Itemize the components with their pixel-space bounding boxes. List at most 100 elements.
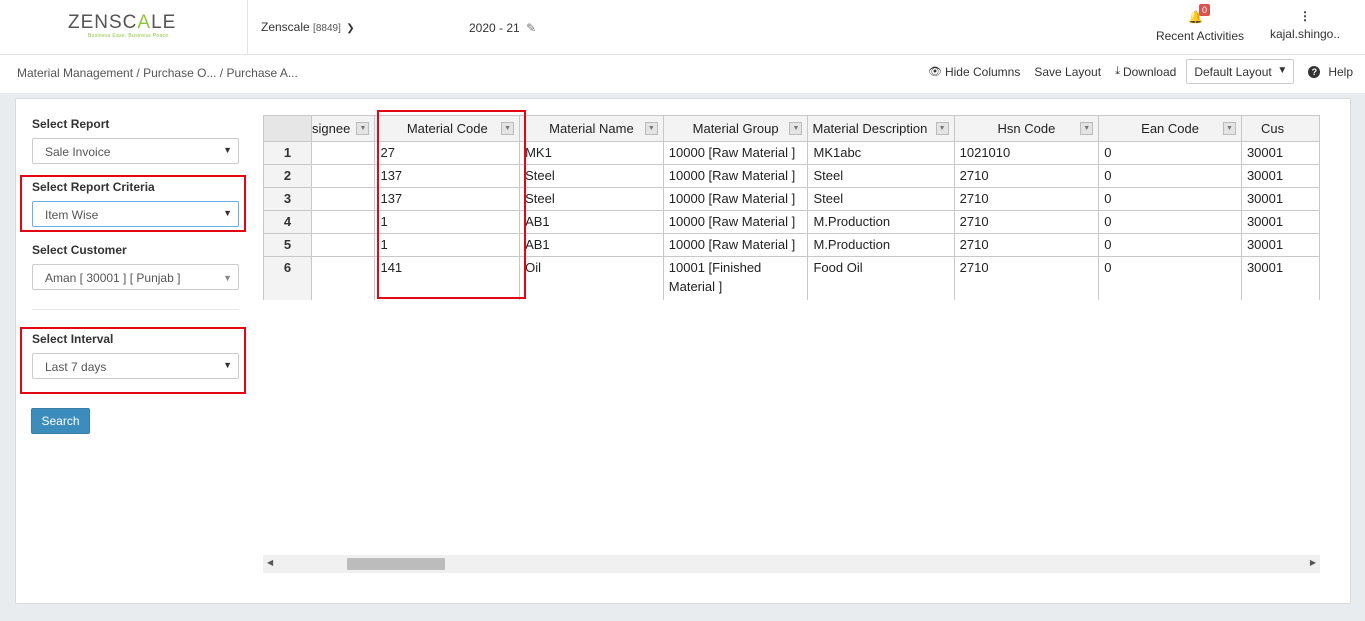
breadcrumb: Material Management / Purchase O... / Pu… (17, 66, 298, 80)
filter-icon[interactable]: ▼ (935, 122, 949, 135)
table-cell: 2710 (953, 256, 1100, 300)
chevron-down-icon: ❯ (346, 23, 355, 34)
table-cell: M.Production (807, 210, 955, 234)
select-report-value: Sale Invoice (45, 145, 111, 159)
layout-select[interactable]: Default Layout ▼ (1186, 59, 1295, 84)
row-number-header (263, 115, 313, 142)
scrollbar-thumb[interactable] (347, 558, 445, 570)
table-cell (311, 210, 376, 234)
bell-icon[interactable]: 🔔 0 (1188, 4, 1211, 24)
table-cell (311, 187, 376, 211)
scroll-right-icon[interactable]: ▶ (1310, 558, 1316, 567)
select-report-dropdown[interactable]: Sale Invoice ▼ (32, 138, 239, 164)
table-cell: 10000 [Raw Material ] (662, 164, 809, 188)
download-label: Download (1122, 64, 1177, 79)
select-customer-value: Aman [ 30001 ] [ Punjab ] (45, 271, 181, 285)
scroll-left-icon[interactable]: ◀ (267, 558, 273, 567)
user-menu[interactable]: ⋮ kajal.shingo.. (1265, 10, 1345, 41)
logo-tagline: Business Ease. Business Peace. (88, 33, 171, 39)
breadcrumb-item[interactable]: Material Management (17, 66, 133, 80)
select-report-label: Select Report (32, 117, 110, 131)
search-button[interactable]: Search (31, 408, 90, 434)
table-cell: Steel (519, 164, 664, 188)
row-number: 2 (263, 164, 313, 188)
save-layout-button[interactable]: Save Layout (1034, 65, 1101, 79)
kebab-menu-icon[interactable]: ⋮ (1265, 10, 1345, 22)
horizontal-scrollbar[interactable]: ◀ ▶ (263, 555, 1320, 573)
zenscale-logo[interactable]: ZENSCALE (68, 12, 176, 34)
column-header[interactable]: Ean Code ▼ (1098, 115, 1242, 142)
caret-down-icon: ▼ (223, 273, 232, 283)
company-selector[interactable]: Zenscale [8849] ❯ (261, 20, 355, 34)
table-cell: 0 (1098, 233, 1242, 257)
table-cell: Steel (519, 187, 664, 211)
logo-area[interactable]: ZENSCALE Business Ease. Business Peace. (0, 0, 248, 55)
question-icon: ? (1308, 65, 1321, 78)
caret-down-icon: ▼ (1277, 65, 1288, 76)
column-header[interactable]: Material Group ▼ (662, 115, 809, 142)
table-cell: 30001 (1240, 210, 1320, 234)
table-cell: AB1 (519, 210, 664, 234)
table-cell: 10000 [Raw Material ] (662, 210, 809, 234)
select-customer-group: Select Customer Aman [ 30001 ] [ Punjab … (32, 243, 239, 290)
column-header-label: Ean Code (1141, 121, 1199, 136)
table-cell: 10000 [Raw Material ] (662, 141, 809, 165)
table-cell: 10000 [Raw Material ] (662, 233, 809, 257)
highlight-box-criteria (20, 175, 246, 232)
save-layout-label: Save Layout (1034, 64, 1102, 79)
filter-icon[interactable]: ▼ (1222, 122, 1236, 135)
row-number: 3 (263, 187, 313, 211)
table-cell: 1021010 (953, 141, 1100, 165)
table-cell: 30001 (1240, 233, 1320, 257)
edit-icon[interactable]: ✎ (526, 21, 536, 35)
table-cell: 0 (1098, 164, 1242, 188)
table-cell: 30001 (1240, 187, 1320, 211)
filter-icon[interactable]: ▼ (789, 122, 803, 135)
toolbar: 👁 Hide Columns Save Layout ⤓ Download De… (914, 59, 1353, 84)
breadcrumb-item[interactable]: / Purchase O... (136, 66, 216, 80)
column-header[interactable]: Material Name ▼ (519, 115, 664, 142)
help-label: Help (1328, 64, 1353, 79)
top-header: ZENSCALE Business Ease. Business Peace. … (0, 0, 1365, 55)
select-customer-dropdown[interactable]: Aman [ 30001 ] [ Punjab ] ▼ (32, 264, 239, 290)
table-cell (311, 256, 376, 300)
table-cell (311, 233, 376, 257)
table-cell: Steel (807, 164, 955, 188)
column-header[interactable]: Cus (1240, 115, 1320, 142)
caret-down-icon: ▼ (223, 145, 232, 155)
column-header[interactable]: Material Description ▼ (807, 115, 955, 142)
table-cell: 0 (1098, 256, 1242, 300)
select-report-group: Select Report Sale Invoice ▼ (32, 117, 239, 164)
sub-header: Material Management / Purchase O... / Pu… (0, 55, 1365, 93)
filter-icon[interactable]: ▼ (1080, 122, 1094, 135)
breadcrumb-item[interactable]: / Purchase A... (220, 66, 298, 80)
table-cell: M.Production (807, 233, 955, 257)
hide-columns-button[interactable]: 👁 Hide Columns (928, 65, 1020, 79)
filter-icon[interactable]: ▼ (644, 122, 658, 135)
select-customer-label: Select Customer (32, 243, 127, 257)
download-button[interactable]: ⤓ Download (1115, 65, 1176, 79)
table-cell: 2710 (953, 187, 1100, 211)
recent-activities[interactable]: 🔔 0 Recent Activities (1150, 4, 1250, 43)
layout-select-value: Default Layout (1194, 65, 1272, 79)
table-cell: AB1 (519, 233, 664, 257)
company-name: Zenscale (261, 20, 310, 34)
filter-icon[interactable]: ▼ (356, 122, 370, 135)
table-cell: 0 (1098, 187, 1242, 211)
column-header-label: Material Group (692, 121, 779, 136)
table-cell: 2710 (953, 210, 1100, 234)
table-cell: 30001 (1240, 141, 1320, 165)
fiscal-year[interactable]: 2020 - 21 ✎ (469, 21, 536, 35)
help-button[interactable]: ? Help (1308, 65, 1353, 79)
username: kajal.shingo.. (1269, 27, 1341, 41)
table-cell: 2710 (953, 233, 1100, 257)
table-cell: Oil (519, 256, 664, 300)
column-header[interactable]: signee ▼ (311, 115, 376, 142)
table-cell: 0 (1098, 210, 1242, 234)
logo-text-main: ZENSC (68, 12, 138, 33)
column-header[interactable]: Hsn Code ▼ (953, 115, 1100, 142)
table-cell: 30001 (1240, 256, 1320, 300)
row-number: 4 (263, 210, 313, 234)
filter-divider (32, 309, 239, 310)
column-header-label: Hsn Code (997, 121, 1056, 136)
